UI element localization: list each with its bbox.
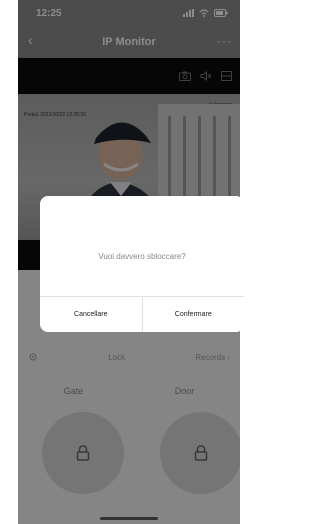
home-indicator	[100, 517, 158, 520]
confirm-button[interactable]: Confermare	[141, 297, 245, 332]
unlock-confirm-dialog: Vuoi davvero sbloccare? Cancellare Confe…	[40, 196, 244, 332]
cancel-button[interactable]: Cancellare	[40, 297, 142, 332]
dialog-message: Vuoi davvero sbloccare?	[98, 252, 186, 261]
